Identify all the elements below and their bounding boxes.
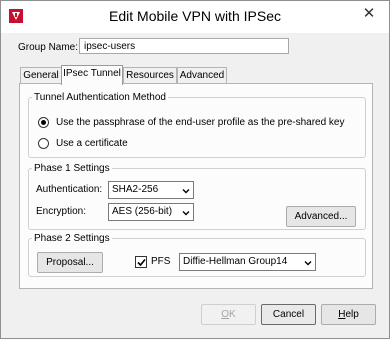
close-icon[interactable]: ✕ [358, 4, 380, 24]
authentication-value: SHA2-256 [112, 184, 159, 195]
phase1-group: Phase 1 Settings Authentication: SHA2-25… [28, 163, 366, 230]
phase1-advanced-button[interactable]: Advanced... [286, 206, 356, 227]
encryption-label: Encryption: [36, 206, 87, 217]
chevron-down-icon [182, 189, 190, 194]
encryption-value: AES (256-bit) [112, 206, 173, 217]
radio-certificate[interactable] [38, 138, 49, 149]
group-name-field[interactable]: ipsec-users [79, 38, 289, 54]
ipsec-tunnel-panel: Tunnel Authentication Method Use the pas… [19, 83, 373, 289]
ok-button[interactable]: OK [201, 304, 256, 325]
dialog-window: Edit Mobile VPN with IPSec ✕ Group Name:… [0, 0, 390, 339]
group-name-label: Group Name: [18, 42, 79, 53]
help-button[interactable]: Help [321, 304, 376, 325]
tab-advanced[interactable]: Advanced [177, 67, 227, 84]
dh-group-select[interactable]: Diffie-Hellman Group14 [179, 253, 316, 271]
dh-group-value: Diffie-Hellman Group14 [183, 256, 288, 267]
title-bar: Edit Mobile VPN with IPSec ✕ [1, 1, 389, 33]
tunnel-auth-group: Tunnel Authentication Method Use the pas… [28, 92, 366, 158]
proposal-button[interactable]: Proposal... [37, 252, 103, 273]
pfs-label: PFS [151, 256, 171, 267]
tab-ipsec-tunnel[interactable]: IPsec Tunnel [61, 65, 123, 85]
authentication-label: Authentication: [36, 184, 103, 195]
encryption-select[interactable]: AES (256-bit) [108, 203, 194, 221]
authentication-select[interactable]: SHA2-256 [108, 181, 194, 199]
help-rest: elp [345, 309, 359, 320]
tunnel-auth-legend: Tunnel Authentication Method [34, 92, 166, 103]
tab-general[interactable]: General [20, 67, 62, 84]
chevron-down-icon [182, 211, 190, 216]
checkmark-icon [137, 258, 146, 267]
phase2-group: Phase 2 Settings Proposal... PFS Diffie-… [28, 233, 366, 277]
phase2-legend: Phase 2 Settings [34, 233, 110, 244]
radio-passphrase-label[interactable]: Use the passphrase of the end-user profi… [56, 117, 345, 128]
tab-resources[interactable]: Resources [123, 67, 177, 84]
cancel-button[interactable]: Cancel [261, 304, 316, 325]
radio-passphrase[interactable] [38, 117, 49, 128]
ok-rest: K [229, 309, 236, 320]
phase1-legend: Phase 1 Settings [34, 163, 110, 174]
window-title: Edit Mobile VPN with IPSec [109, 8, 281, 24]
ok-mnemonic: O [221, 309, 230, 320]
chevron-down-icon [304, 261, 312, 266]
radio-certificate-label[interactable]: Use a certificate [56, 138, 128, 149]
pfs-checkbox[interactable] [135, 256, 147, 268]
